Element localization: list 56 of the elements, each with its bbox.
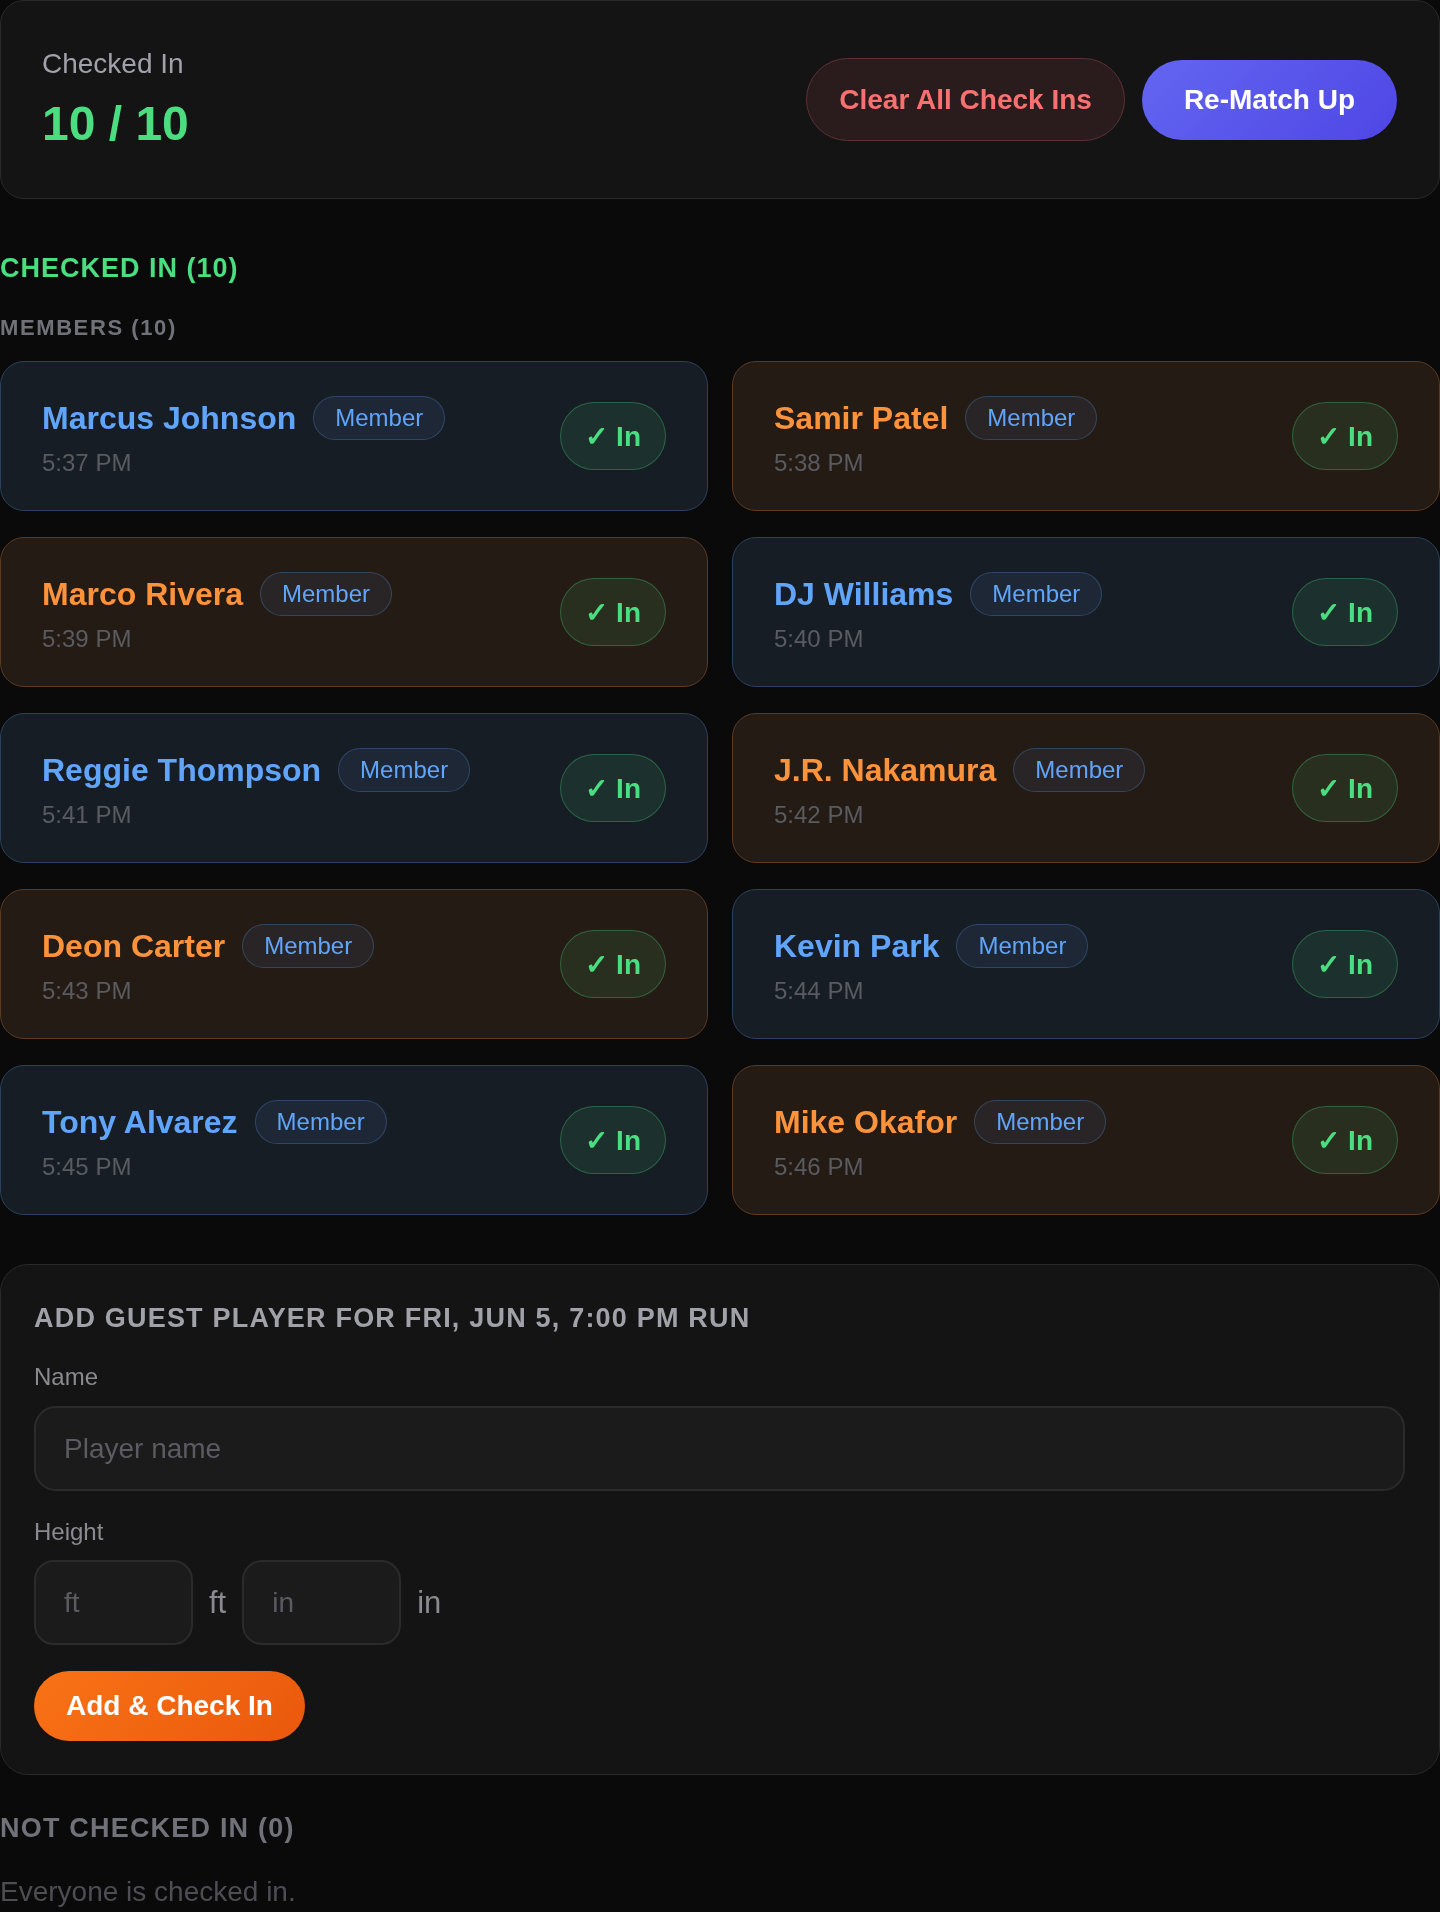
feet-unit: ft <box>209 1584 227 1621</box>
role-tag: Member <box>965 395 1098 440</box>
member-name: Reggie Thompson <box>42 750 322 789</box>
feet-input[interactable]: ft <box>34 1560 193 1645</box>
role-tag: Member <box>1013 747 1146 792</box>
group-heading: MEMBERS (10) <box>0 314 178 342</box>
check-in-time: 5:38 PM <box>774 448 865 477</box>
member-name: Marcus Johnson <box>42 398 297 437</box>
checked-in-button[interactable]: ✓ In <box>560 754 666 822</box>
role-tag: Member <box>970 571 1103 616</box>
member-name: J.R. Nakamura <box>774 750 997 789</box>
checked-in-button[interactable]: ✓ In <box>1292 930 1398 998</box>
rematch-button[interactable]: Re-Match Up <box>1141 59 1397 140</box>
checked-in-button[interactable]: ✓ In <box>560 402 666 470</box>
role-tag: Member <box>242 923 375 968</box>
member-name: Samir Patel <box>774 398 949 437</box>
section-heading: CHECKED IN (10) <box>0 252 240 284</box>
checked-in-button[interactable]: ✓ In <box>560 1106 666 1174</box>
member-name: DJ Williams <box>774 574 954 613</box>
role-tag: Member <box>254 1099 387 1144</box>
check-in-time: 5:39 PM <box>42 624 133 653</box>
check-in-time: 5:43 PM <box>42 976 133 1005</box>
check-in-time: 5:42 PM <box>774 800 865 829</box>
check-in-time: 5:44 PM <box>774 976 865 1005</box>
role-tag: Member <box>974 1099 1107 1144</box>
checked-in-button[interactable]: ✓ In <box>1292 1106 1398 1174</box>
checked-in-count: 10 / 10 <box>42 95 189 152</box>
height-label: Height <box>34 1518 104 1546</box>
check-in-time: 5:46 PM <box>774 1152 865 1181</box>
checked-in-button[interactable]: ✓ In <box>560 578 666 646</box>
member-name: Deon Carter <box>42 926 226 965</box>
checked-in-label: Checked In <box>42 47 185 80</box>
member-name: Tony Alvarez <box>42 1102 238 1141</box>
name-label: Name <box>34 1363 99 1391</box>
check-in-time: 5:37 PM <box>42 448 133 477</box>
member-name: Kevin Park <box>774 926 940 965</box>
empty-message: Everyone is checked in. <box>0 1876 297 1908</box>
form-title: ADD GUEST PLAYER FOR FRI, JUN 5, 7:00 PM RUN <box>34 1302 751 1334</box>
clear-all-button[interactable]: Clear All Check Ins <box>806 58 1125 141</box>
checked-in-button[interactable]: ✓ In <box>1292 578 1398 646</box>
member-name: Mike Okafor <box>774 1102 958 1141</box>
checked-in-button[interactable]: ✓ In <box>560 930 666 998</box>
check-in-time: 5:40 PM <box>774 624 865 653</box>
role-tag: Member <box>260 571 392 616</box>
role-tag: Member <box>338 747 471 792</box>
check-in-time: 5:41 PM <box>42 800 133 829</box>
section-heading: NOT CHECKED IN (0) <box>0 1812 296 1844</box>
role-tag: Member <box>313 395 446 440</box>
checked-in-button[interactable]: ✓ In <box>1292 754 1398 822</box>
name-input[interactable]: Player name <box>34 1406 1405 1491</box>
role-tag: Member <box>956 923 1089 968</box>
inches-input[interactable]: in <box>242 1560 402 1645</box>
member-name: Marco Rivera <box>42 574 243 613</box>
check-in-time: 5:45 PM <box>42 1152 133 1181</box>
inches-unit: in <box>417 1584 442 1621</box>
checked-in-button[interactable]: ✓ In <box>1292 402 1398 470</box>
